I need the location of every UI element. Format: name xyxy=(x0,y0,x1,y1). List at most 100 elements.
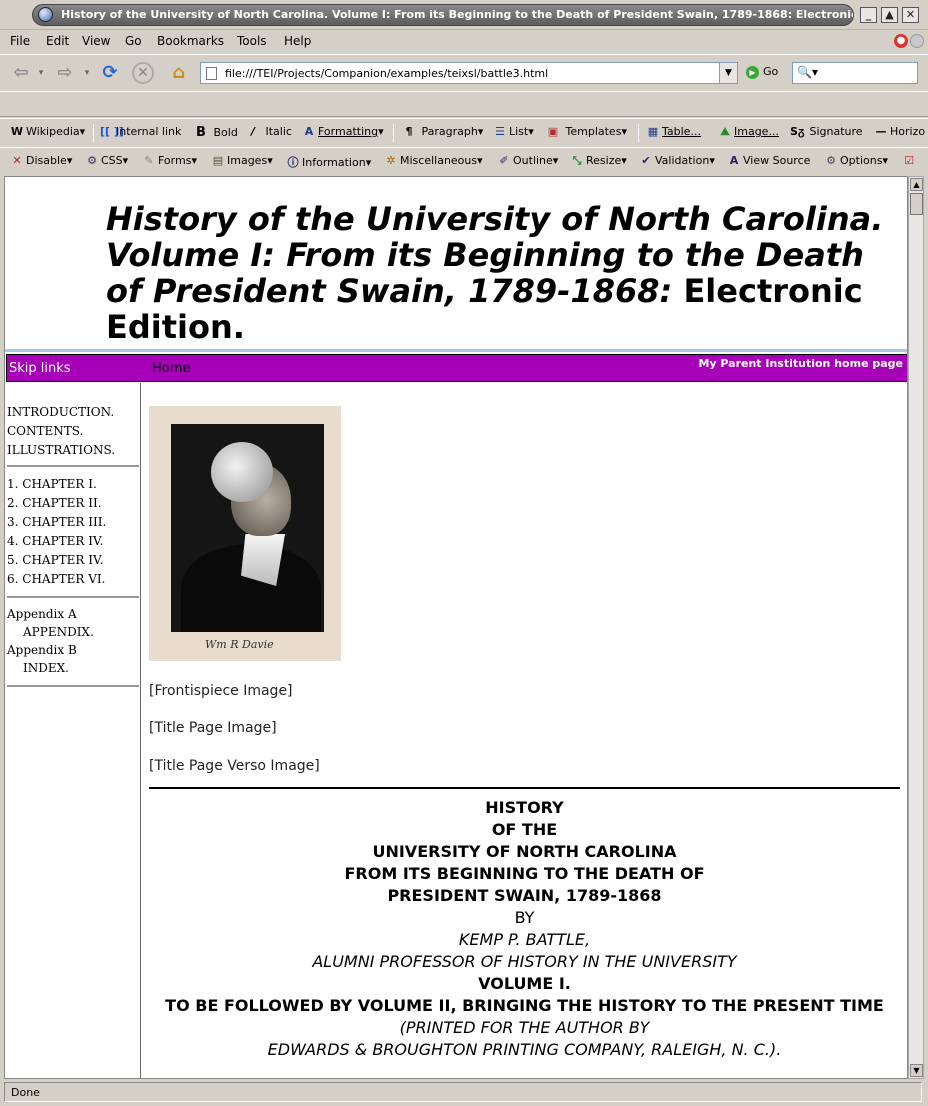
css-menu[interactable]: ⚙ CSS▾ xyxy=(85,154,128,167)
nav-contents[interactable]: CONTENTS. xyxy=(7,422,115,441)
menu-file[interactable]: File xyxy=(10,34,30,48)
forward-dropdown-icon[interactable]: ▾ xyxy=(82,60,92,86)
reload-icon[interactable]: ⟳ xyxy=(97,60,123,86)
list-label: List xyxy=(509,125,529,138)
bold-b-icon: B xyxy=(196,125,206,140)
nav-chapter-2[interactable]: 2. CHAPTER II. xyxy=(7,494,106,513)
search-engine-icon[interactable]: 🔍▾ xyxy=(797,65,818,79)
frontispiece-portrait[interactable]: Wm R Davie xyxy=(149,406,341,661)
back-icon[interactable]: ⇦ xyxy=(8,60,34,86)
back-dropdown-icon[interactable]: ▾ xyxy=(36,60,46,86)
information-menu[interactable]: ⓘ Information▾ xyxy=(286,154,372,170)
validation-menu[interactable]: ✔ Validation▾ xyxy=(639,154,714,167)
menu-view[interactable]: View xyxy=(82,34,110,48)
navigation-toolbar: ⇦ ▾ ⇨ ▾ ⟳ ✕ ⌂ ▼ ▶ Go 🔍▾ xyxy=(0,54,928,90)
web-developer-toolbar: ✕ Disable▾ ⚙ CSS▾ ✎ Forms▾ ▤ Images▾ ⓘ Inform… xyxy=(0,147,928,175)
nav-divider xyxy=(7,596,139,598)
minimize-button[interactable]: _ xyxy=(860,7,877,23)
image-button[interactable]: ⛰ Image... xyxy=(718,125,779,139)
checklist-icon[interactable]: ☑ xyxy=(902,154,918,167)
institution-home-link[interactable]: My Parent Institution home page xyxy=(698,357,903,370)
miscellaneous-menu[interactable]: ✲ Miscellaneous▾ xyxy=(384,154,482,167)
view-source-button[interactable]: A View Source xyxy=(727,154,811,167)
title-page-image-link[interactable]: [Title Page Image] xyxy=(149,720,277,736)
forward-icon[interactable]: ⇨ xyxy=(52,60,78,86)
menu-go[interactable]: Go xyxy=(125,34,142,48)
images-menu[interactable]: ▤ Images▾ xyxy=(211,154,273,167)
firefox-globe-icon xyxy=(38,7,53,22)
home-icon[interactable]: ⌂ xyxy=(166,60,192,86)
menu-bookmarks[interactable]: Bookmarks xyxy=(157,34,224,48)
outline-icon: ✐ xyxy=(499,154,509,167)
nav-appendix-a[interactable]: APPENDIX. xyxy=(7,623,94,641)
tp-line: PRESIDENT SWAIN, 1789-1868 xyxy=(387,886,662,905)
disable-x-icon: ✕ xyxy=(12,154,22,167)
nav-chapter-6[interactable]: 6. CHAPTER VI. xyxy=(7,570,106,589)
menu-tools[interactable]: Tools xyxy=(237,34,267,48)
stop-loading-icon[interactable]: ● xyxy=(894,34,908,48)
nav-chapter-3[interactable]: 3. CHAPTER III. xyxy=(7,513,106,532)
internal-link-button[interactable]: [[ ]]Internal link xyxy=(100,125,181,138)
front-matter-links: INTRODUCTION. CONTENTS. ILLUSTRATIONS. xyxy=(7,403,115,460)
view-source-icon: A xyxy=(729,154,739,167)
maximize-button[interactable]: ▲ xyxy=(881,7,898,23)
content-divider xyxy=(149,787,900,789)
disable-menu[interactable]: ✕ Disable▾ xyxy=(10,154,72,167)
image-icon: ⛰ xyxy=(720,125,730,138)
bold-button[interactable]: B Bold xyxy=(194,125,238,140)
forms-icon: ✎ xyxy=(144,154,154,167)
menu-help[interactable]: Help xyxy=(284,34,311,48)
go-label: Go xyxy=(763,65,779,78)
forms-menu[interactable]: ✎ Forms▾ xyxy=(142,154,197,167)
tp-author: KEMP P. BATTLE, xyxy=(458,930,591,949)
title-page-text: HISTORY OF THE UNIVERSITY OF NORTH CAROL… xyxy=(149,797,900,1061)
templates-menu[interactable]: ▣ Templates▾ xyxy=(546,125,627,138)
url-input[interactable] xyxy=(225,65,715,81)
url-dropdown-icon[interactable]: ▼ xyxy=(719,63,737,83)
wikipedia-menu[interactable]: W Wikipedia▾ xyxy=(10,125,85,138)
options-menu[interactable]: ⚙ Options▾ xyxy=(824,154,888,167)
brackets-icon: [[ ]] xyxy=(100,125,124,138)
information-label: Information xyxy=(302,156,366,169)
frontispiece-image-link[interactable]: [Frontispiece Image] xyxy=(149,683,293,699)
formatting-label: Formatting xyxy=(318,125,379,138)
skip-links-link[interactable]: Skip links xyxy=(9,361,71,376)
window-title: History of the University of North Carol… xyxy=(61,8,854,21)
title-page-verso-image-link[interactable]: [Title Page Verso Image] xyxy=(149,758,320,774)
signature-button[interactable]: Sᵹ Signature xyxy=(790,125,863,138)
paragraph-menu[interactable]: ¶ Paragraph▾ xyxy=(402,125,484,138)
resize-menu[interactable]: ⤡ Resize▾ xyxy=(570,154,627,168)
table-label: Table... xyxy=(662,125,701,138)
menu-edit[interactable]: Edit xyxy=(46,34,69,48)
template-icon: ▣ xyxy=(547,125,559,138)
table-button[interactable]: ▦ Table... xyxy=(646,125,701,138)
italic-button[interactable]: / Italic xyxy=(246,125,292,138)
search-box[interactable]: 🔍▾ xyxy=(792,62,918,84)
nav-introduction[interactable]: INTRODUCTION. xyxy=(7,403,115,422)
tp-line: TO BE FOLLOWED BY VOLUME II, BRINGING TH… xyxy=(165,996,884,1015)
nav-chapter-1[interactable]: 1. CHAPTER I. xyxy=(7,475,106,494)
nav-chapter-4[interactable]: 4. CHAPTER IV. xyxy=(7,532,106,551)
close-window-button[interactable]: ✕ xyxy=(902,7,919,23)
nav-appendix-b[interactable]: INDEX. xyxy=(7,659,94,677)
url-bar[interactable]: ▼ xyxy=(200,62,738,84)
info-icon: ⓘ xyxy=(287,156,299,169)
go-button[interactable]: ▶ Go xyxy=(746,65,778,79)
list-menu[interactable]: ☰ List▾ xyxy=(493,125,534,138)
scroll-up-icon[interactable]: ▲ xyxy=(910,178,923,191)
tp-line: EDWARDS & BROUGHTON PRINTING COMPANY, RA… xyxy=(267,1040,782,1059)
home-link[interactable]: Home xyxy=(152,361,190,376)
scroll-down-icon[interactable]: ▼ xyxy=(910,1064,923,1077)
tp-line: ALUMNI PROFESSOR OF HISTORY IN THE UNIVE… xyxy=(312,952,737,971)
outline-menu[interactable]: ✐ Outline▾ xyxy=(497,154,558,167)
formatting-menu[interactable]: A Formatting▾ xyxy=(302,125,384,138)
scroll-thumb[interactable] xyxy=(910,193,923,215)
options-gear-icon: ⚙ xyxy=(826,154,836,167)
horizontal-rule-button[interactable]: — Horizo xyxy=(874,125,926,138)
stop-icon[interactable]: ✕ xyxy=(132,62,154,84)
window-title-pill[interactable]: History of the University of North Carol… xyxy=(32,4,854,26)
vertical-scrollbar[interactable]: ▲ ▼ xyxy=(908,176,924,1079)
nav-chapter-5[interactable]: 5. CHAPTER IV. xyxy=(7,551,106,570)
image-label: Image... xyxy=(734,125,779,138)
nav-illustrations[interactable]: ILLUSTRATIONS. xyxy=(7,441,115,460)
